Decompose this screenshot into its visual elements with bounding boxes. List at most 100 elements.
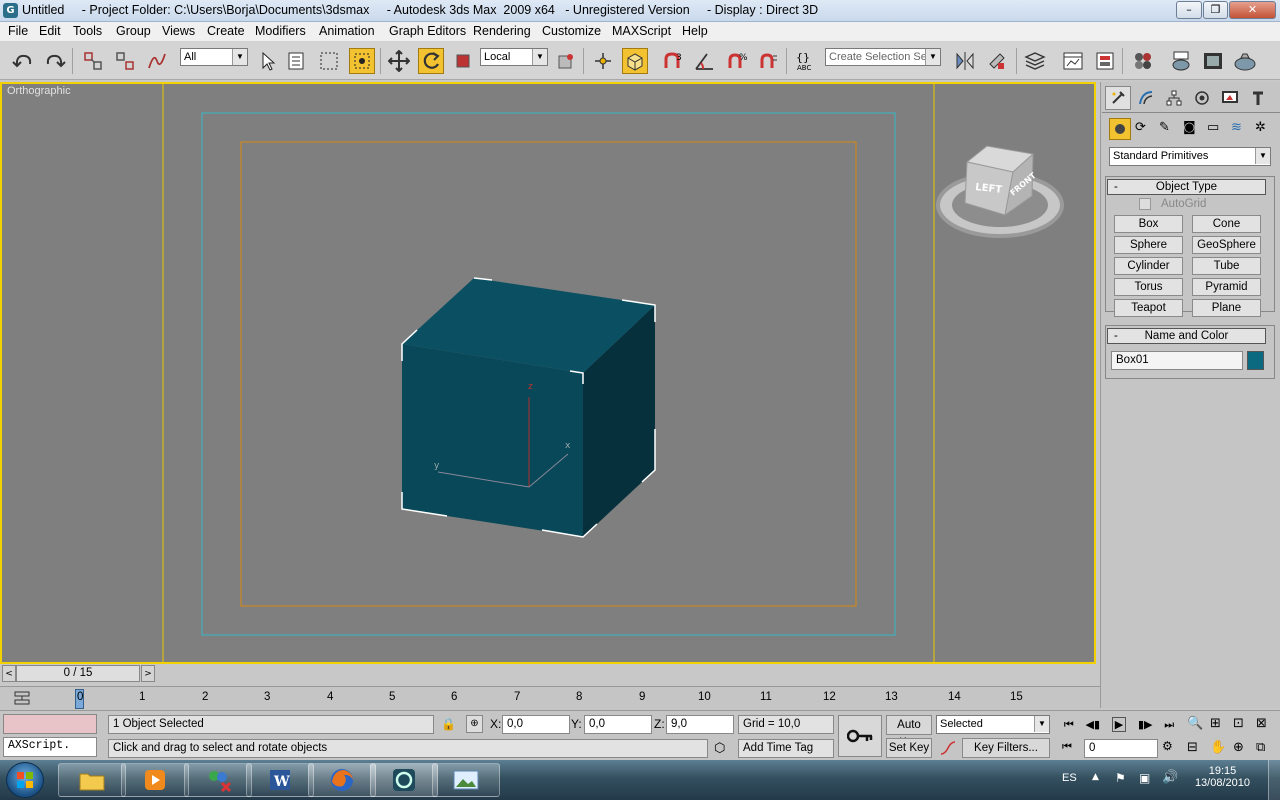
menu-group[interactable]: Group (116, 24, 151, 38)
zoom-all-icon[interactable]: ⊞ (1210, 716, 1221, 731)
viewcube[interactable]: LEFT FRONT (936, 145, 1064, 238)
key-mode-dropdown[interactable]: Selected ▼ (936, 715, 1050, 734)
time-configuration-icon[interactable]: ⚙ (1162, 739, 1173, 753)
time-slider-next-icon[interactable]: > (141, 665, 155, 682)
cylinder-button[interactable]: Cylinder (1114, 257, 1183, 275)
menu-graph-editors[interactable]: Graph Editors (389, 24, 466, 38)
taskbar-photo-viewer[interactable] (432, 763, 500, 797)
shapes-icon[interactable]: ⟳ (1135, 120, 1146, 135)
set-key-icon[interactable] (838, 715, 882, 757)
rectangular-selection-icon[interactable] (316, 48, 342, 74)
plane-button[interactable]: Plane (1192, 299, 1261, 317)
sphere-button[interactable]: Sphere (1114, 236, 1183, 254)
cone-button[interactable]: Cone (1192, 215, 1261, 233)
time-slider-prev-icon[interactable]: < (2, 665, 16, 682)
select-by-name-icon[interactable] (284, 48, 310, 74)
volume-icon[interactable]: 🔊 (1162, 770, 1178, 785)
orthographic-viewport[interactable]: Orthographic z x y LEFT FRONT (0, 82, 1096, 664)
action-center-icon[interactable]: ⚑ (1115, 771, 1126, 785)
spinner-snap-icon[interactable] (756, 48, 782, 74)
time-slider-thumb[interactable]: 0 / 15 (16, 665, 140, 682)
snaps-toggle-icon[interactable]: 3 (660, 48, 686, 74)
named-selection-set-dropdown[interactable]: Create Selection Set ▼ (825, 48, 941, 66)
pan-view-icon[interactable]: ✋ (1210, 740, 1226, 755)
3dsmax-app-icon[interactable]: G (3, 3, 18, 18)
hierarchy-tab-icon[interactable] (1161, 86, 1187, 110)
taskbar-word[interactable]: W (246, 763, 314, 797)
lock-selection-icon[interactable]: 🔒 (441, 717, 456, 731)
go-to-start-icon[interactable]: ⏮ (1064, 718, 1074, 732)
layer-manager-icon[interactable] (1022, 48, 1048, 74)
next-frame-icon[interactable]: ▮▶ (1138, 718, 1153, 731)
network-icon[interactable]: ▣ (1139, 771, 1150, 785)
current-frame-field[interactable]: 0 (1084, 739, 1158, 758)
display-tab-icon[interactable] (1217, 86, 1243, 110)
menu-tools[interactable]: Tools (73, 24, 102, 38)
y-coord-field[interactable]: 0,0 (584, 715, 652, 734)
create-tab-icon[interactable] (1105, 86, 1131, 110)
motion-tab-icon[interactable] (1189, 86, 1215, 110)
taskbar-media-player[interactable] (121, 763, 189, 797)
reference-coordinate-dropdown[interactable]: Local ▼ (480, 48, 548, 66)
angle-snap-icon[interactable] (692, 48, 718, 74)
taskbar-firefox[interactable] (308, 763, 376, 797)
select-and-rotate-icon[interactable] (418, 48, 444, 74)
taskbar-3dsmax[interactable] (370, 763, 438, 797)
menu-edit[interactable]: Edit (39, 24, 61, 38)
taskbar-messenger[interactable] (184, 763, 252, 797)
object-color-swatch[interactable] (1247, 351, 1264, 370)
add-time-tag-button[interactable]: Add Time Tag (738, 739, 834, 758)
menu-views[interactable]: Views (162, 24, 195, 38)
object-type-rollout-header[interactable]: - Object Type (1107, 179, 1266, 195)
menu-modifiers[interactable]: Modifiers (255, 24, 306, 38)
select-and-move-icon[interactable] (386, 48, 412, 74)
object-category-dropdown[interactable]: Standard Primitives ▼ (1109, 147, 1271, 166)
rendered-frame-window-icon[interactable] (1200, 48, 1226, 74)
auto-key-button[interactable]: Auto Key (886, 715, 932, 749)
maxscript-listener-pink[interactable] (3, 714, 97, 734)
select-object-icon[interactable] (254, 48, 280, 74)
bind-to-space-warp-icon[interactable] (144, 48, 170, 74)
show-hidden-icons-icon[interactable]: ▲ (1092, 772, 1099, 782)
key-mode-toggle-icon[interactable]: ⏮ (1062, 740, 1072, 754)
modify-tab-icon[interactable] (1133, 86, 1159, 110)
select-and-link-icon[interactable] (80, 48, 106, 74)
undo-icon[interactable] (10, 48, 36, 74)
key-filters-button[interactable]: Key Filters... (962, 738, 1050, 758)
percent-snap-icon[interactable]: % (724, 48, 750, 74)
pyramid-button[interactable]: Pyramid (1192, 278, 1261, 296)
menu-rendering[interactable]: Rendering (473, 24, 531, 38)
lights-icon[interactable]: ✎ (1159, 120, 1170, 135)
geometry-icon[interactable] (1109, 118, 1131, 140)
keyboard-shortcut-override-icon[interactable] (622, 48, 648, 74)
menu-create[interactable]: Create (207, 24, 245, 38)
absolute-mode-icon[interactable]: ⊕ (466, 715, 483, 733)
maxscript-mini-listener[interactable]: AXScript. (3, 737, 97, 757)
close-button[interactable]: ✕ (1229, 1, 1276, 19)
name-and-color-rollout-header[interactable]: - Name and Color (1107, 328, 1266, 344)
edit-named-selection-icon[interactable]: {} ABC (793, 48, 819, 74)
system-clock[interactable]: 19:15 13/08/2010 (1195, 765, 1250, 789)
pivot-center-icon[interactable] (553, 48, 579, 74)
x-coord-field[interactable]: 0,0 (502, 715, 570, 734)
play-icon[interactable]: ▶ (1111, 717, 1127, 732)
geosphere-button[interactable]: GeoSphere (1192, 236, 1261, 254)
render-production-icon[interactable] (1232, 48, 1258, 74)
mini-curve-editor-icon[interactable] (12, 689, 32, 707)
box-button[interactable]: Box (1114, 215, 1183, 233)
object-name-field[interactable]: Box01 (1111, 351, 1243, 370)
orbit-icon[interactable]: ⊕ (1233, 740, 1244, 755)
material-editor-icon[interactable] (1130, 48, 1156, 74)
menu-animation[interactable]: Animation (319, 24, 375, 38)
menu-help[interactable]: Help (682, 24, 708, 38)
cameras-icon[interactable]: ◙ (1183, 120, 1196, 135)
previous-frame-icon[interactable]: ◀▮ (1086, 718, 1101, 731)
menu-maxscript[interactable]: MAXScript (612, 24, 671, 38)
zoom-extents-icon[interactable]: ⊡ (1233, 716, 1244, 731)
region-zoom-icon[interactable]: ⊟ (1187, 740, 1198, 755)
go-to-end-icon[interactable]: ⏭ (1164, 718, 1174, 732)
show-desktop-button[interactable] (1268, 760, 1280, 800)
space-warps-icon[interactable]: ≋ (1231, 120, 1242, 135)
taskbar-explorer[interactable] (58, 763, 126, 797)
z-coord-field[interactable]: 9,0 (666, 715, 734, 734)
